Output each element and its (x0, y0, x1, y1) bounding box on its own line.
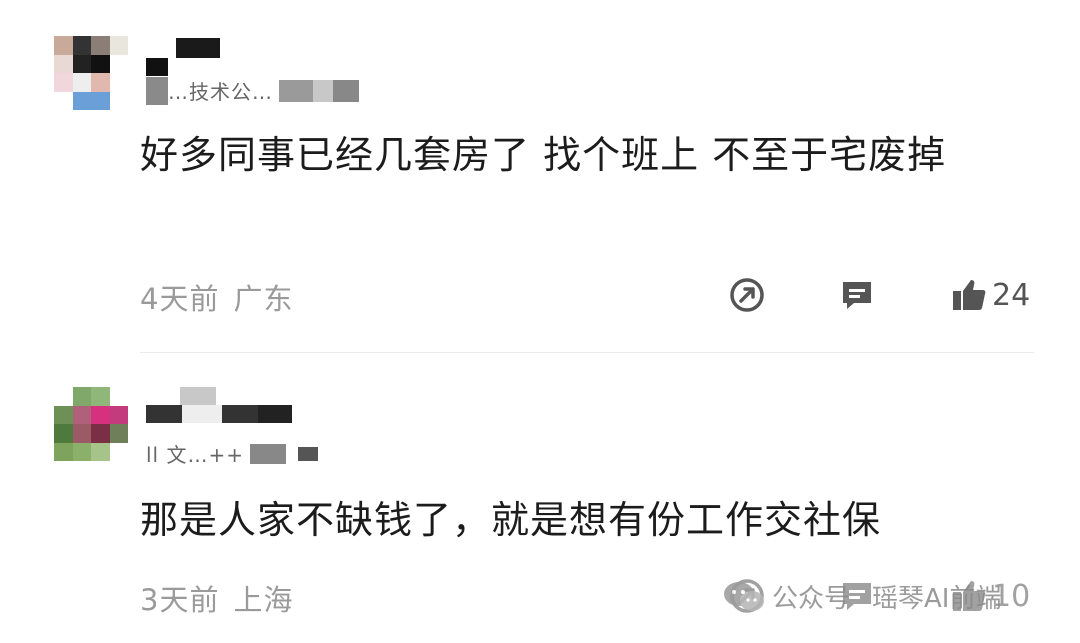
thumbs-up-icon (953, 280, 986, 310)
user-subtitle-text: …技术公… (168, 80, 273, 104)
username-redacted[interactable] (146, 387, 216, 405)
comment-text: 那是人家不缺钱了，就是想有份工作交社保 (140, 498, 882, 542)
username-redacted[interactable] (146, 38, 220, 58)
comment-meta: 4天前 广东 (140, 276, 293, 318)
like-count: 24 (992, 277, 1031, 313)
watermark-author: 瑶琴AI前端 (872, 584, 1002, 614)
user-subtitle: …技术公… (146, 76, 359, 105)
comment-icon (843, 282, 871, 309)
share-button[interactable] (728, 276, 766, 314)
share-icon (730, 278, 764, 312)
comment-time: 3天前 (140, 583, 220, 617)
username-redacted-2 (146, 58, 220, 76)
comment-time: 4天前 (140, 282, 220, 316)
comment-meta: 3天前 上海 (140, 577, 293, 619)
wechat-watermark: 公众号 瑶琴AI前端 (722, 578, 1001, 615)
username-redacted-2 (146, 405, 292, 423)
watermark-label: 公众号 (772, 584, 851, 614)
comment-location: 上海 (233, 583, 294, 617)
avatar[interactable] (54, 387, 128, 461)
comment-location: 广东 (233, 282, 294, 316)
wechat-icon (724, 581, 764, 611)
comment-item: …技术公… 好多同事已经几套房了 找个班上 不至于宅废掉 4天前 广东 24 (0, 0, 1080, 352)
user-subtitle-text: ll 文…++ (146, 443, 244, 467)
user-subtitle: ll 文…++ (146, 439, 318, 468)
avatar[interactable] (54, 36, 128, 110)
reply-button[interactable] (838, 276, 876, 314)
comment-text: 好多同事已经几套房了 找个班上 不至于宅废掉 (140, 133, 947, 177)
like-button[interactable]: 24 (950, 276, 1030, 314)
